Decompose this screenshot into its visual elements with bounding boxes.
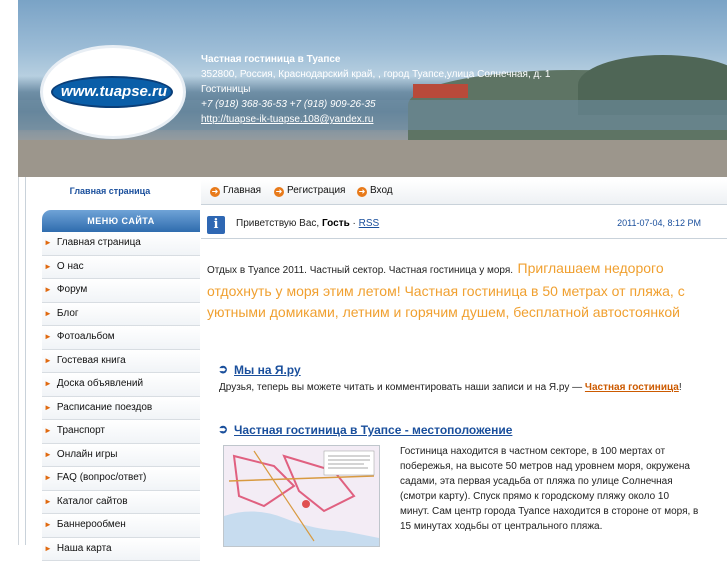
menu-item-guestbook[interactable]: ► Гостевая книга xyxy=(42,350,200,374)
arrow-icon: ► xyxy=(44,356,52,365)
menu-item-label: Фотоальбом xyxy=(57,331,115,342)
menu-item-label: FAQ (вопрос/ответ) xyxy=(57,472,146,483)
greeting-sep: · xyxy=(353,218,356,229)
menu-item-forum[interactable]: ► Форум xyxy=(42,279,200,303)
greeting-prefix: Приветствую Вас, xyxy=(236,218,319,229)
menu-item-catalog[interactable]: ► Каталог сайтов xyxy=(42,491,200,515)
nav-login-label: Вход xyxy=(370,185,393,196)
menu-item-label: Наша карта xyxy=(57,543,112,554)
menu-item-banners[interactable]: ► Баннерообмен xyxy=(42,514,200,538)
menu-item-photo[interactable]: ► Фотоальбом xyxy=(42,326,200,350)
post-text-end: ! xyxy=(679,382,682,393)
arrow-icon: ► xyxy=(44,285,52,294)
post-arrow-icon: ➲ xyxy=(218,362,228,376)
menu-item-label: Блог xyxy=(57,308,79,319)
menu-item-label: О нас xyxy=(57,261,84,272)
map-image xyxy=(224,446,379,546)
menu-item-label: Каталог сайтов xyxy=(57,496,128,507)
nav-register-label: Регистрация xyxy=(287,185,345,196)
left-edge xyxy=(0,0,19,545)
arrow-icon: ► xyxy=(44,332,52,341)
menu-item-label: Транспорт xyxy=(57,425,105,436)
location-map[interactable] xyxy=(223,445,380,547)
email-link[interactable]: http://tuapse-ik-tuapse.108@yandex.ru xyxy=(201,114,373,125)
post-title-location[interactable]: Частная гостиница в Туапсе - местоположе… xyxy=(234,423,512,437)
menu-item-faq[interactable]: ► FAQ (вопрос/ответ) xyxy=(42,467,200,491)
arrow-icon: ► xyxy=(44,403,52,412)
intro-text: Отдых в Туапсе 2011. Частный сектор. Час… xyxy=(207,258,701,323)
intro-small: Отдых в Туапсе 2011. Частный сектор. Час… xyxy=(207,265,513,276)
menu-item-about[interactable]: ► О нас xyxy=(42,256,200,280)
nav-home-label: Главная xyxy=(223,185,261,196)
info-icon: i xyxy=(207,216,225,234)
arrow-icon: ► xyxy=(44,309,52,318)
phones: +7 (918) 368-36-53 +7 (918) 909-26-35 xyxy=(201,97,550,112)
menu-item-transport[interactable]: ► Транспорт xyxy=(42,420,200,444)
post-arrow-icon: ➲ xyxy=(218,422,228,436)
greeting-bar: i Приветствую Вас, Гость · RSS 2011-07-0… xyxy=(201,210,727,239)
arrow-icon: ► xyxy=(44,426,52,435)
rss-link[interactable]: RSS xyxy=(359,218,380,229)
menu-item-board[interactable]: ► Доска объявлений xyxy=(42,373,200,397)
site-menu: МЕНЮ САЙТА ► Главная страница ► О нас ► Фор… xyxy=(42,210,200,561)
post-text-yaru: Друзья, теперь вы можете читать и коммен… xyxy=(219,380,699,395)
post-text: Друзья, теперь вы можете читать и коммен… xyxy=(219,382,582,393)
site-header: www.tuapse.ru Частная гостиница в Туапсе… xyxy=(18,0,727,177)
sidebar-home-link[interactable]: Главная страница xyxy=(26,177,194,206)
site-logo[interactable]: www.tuapse.ru xyxy=(40,45,186,139)
arrow-circle-icon: ➜ xyxy=(274,187,284,197)
menu-item-label: Расписание поездов xyxy=(57,402,152,413)
menu-item-label: Главная страница xyxy=(57,237,141,248)
arrow-icon: ► xyxy=(44,262,52,271)
arrow-icon: ► xyxy=(44,473,52,482)
menu-item-home[interactable]: ► Главная страница xyxy=(42,232,200,256)
top-nav: ➜Главная ➜Регистрация ➜Вход xyxy=(201,180,727,205)
arrow-icon: ► xyxy=(44,450,52,459)
location-text: Гостиница находится в частном секторе, в… xyxy=(400,444,700,534)
greeting-user: Гость xyxy=(322,218,350,229)
menu-item-label: Гостевая книга xyxy=(57,355,126,366)
nav-home[interactable]: ➜Главная xyxy=(210,185,261,197)
menu-item-label: Онлайн игры xyxy=(57,449,118,460)
header-info: Частная гостиница в Туапсе 352800, Росси… xyxy=(201,52,550,127)
greeting-datetime: 2011-07-04, 8:12 PM xyxy=(617,218,701,228)
logo-badge: www.tuapse.ru xyxy=(51,76,173,108)
hotel-link[interactable]: Частная гостиница xyxy=(585,382,679,393)
arrow-circle-icon: ➜ xyxy=(210,187,220,197)
post-title-yaru[interactable]: Мы на Я.ру xyxy=(234,363,301,377)
nav-register[interactable]: ➜Регистрация xyxy=(274,185,345,197)
menu-title: МЕНЮ САЙТА xyxy=(42,210,200,232)
arrow-icon: ► xyxy=(44,379,52,388)
sidebar: Главная страница МЕНЮ САЙТА ► Главная стр… xyxy=(25,177,201,545)
nav-login[interactable]: ➜Вход xyxy=(357,185,393,197)
arrow-icon: ► xyxy=(44,520,52,529)
logo-text: www.tuapse.ru xyxy=(53,83,175,100)
arrow-icon: ► xyxy=(44,238,52,247)
menu-item-map[interactable]: ►Наша карта xyxy=(42,538,200,561)
category: Гостиницы xyxy=(201,82,550,97)
greeting-text: Приветствую Вас, Гость · RSS xyxy=(236,218,379,229)
site-title: Частная гостиница в Туапсе xyxy=(201,52,550,67)
beach xyxy=(18,140,727,177)
menu-item-label: Баннерообмен xyxy=(57,519,126,530)
menu-item-label: Форум xyxy=(57,284,87,295)
address: 352800, Россия, Краснодарский край, , го… xyxy=(201,67,550,82)
menu-item-trains[interactable]: ► Расписание поездов xyxy=(42,397,200,421)
menu-item-games[interactable]: ► Онлайн игры xyxy=(42,444,200,468)
arrow-circle-icon: ➜ xyxy=(357,187,367,197)
arrow-icon: ► xyxy=(44,497,52,506)
menu-item-label: Доска объявлений xyxy=(57,378,143,389)
menu-item-blog[interactable]: ► Блог xyxy=(42,303,200,327)
